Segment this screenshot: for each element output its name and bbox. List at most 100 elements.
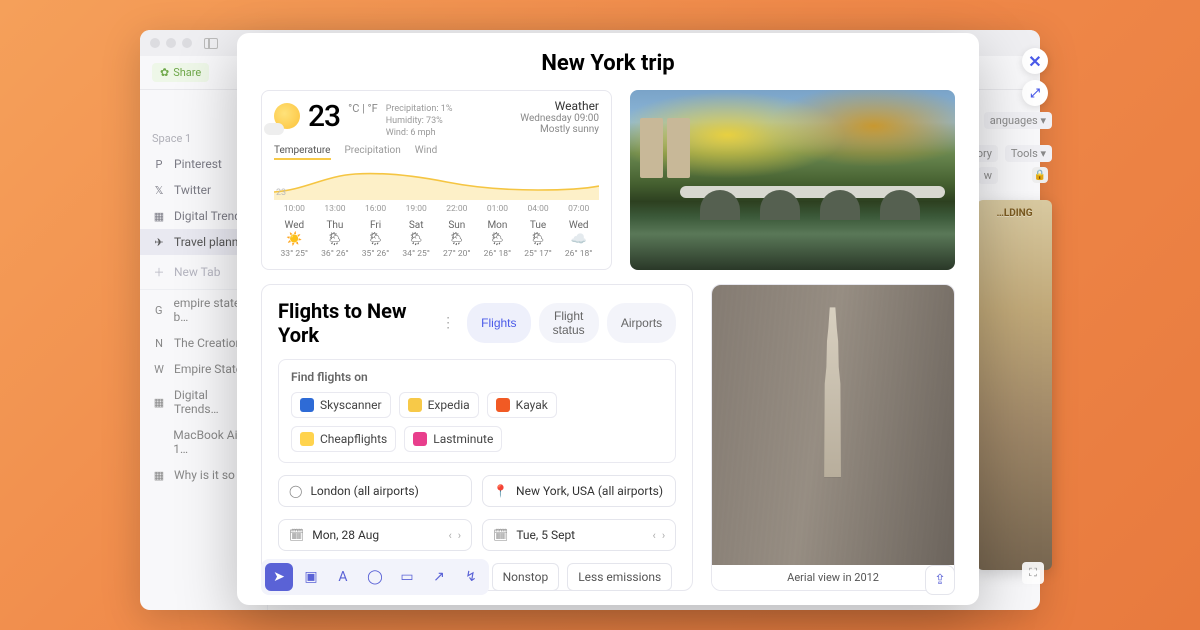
calendar-icon: 🗓 — [289, 528, 304, 542]
find-flights-box: Find flights on Skyscanner Expedia Kayak… — [278, 359, 676, 463]
depart-value: Mon, 28 Aug — [312, 528, 379, 542]
weather-icon: 🌦 — [397, 233, 436, 247]
annotation-toolbar: ➤ ▣ A ◯ ▭ ↗ ↯ — [261, 559, 489, 595]
weather-daytime: Wednesday 09:00 — [520, 113, 599, 124]
hour-label: 01:00 — [477, 204, 518, 214]
weather-units[interactable]: °C | °F — [348, 103, 378, 115]
weather-temp: 23 — [308, 99, 340, 134]
flights-title: Flights to New York — [278, 299, 429, 347]
hour-label: 16:00 — [355, 204, 396, 214]
hour-label: 19:00 — [396, 204, 437, 214]
arrow-icon: ↗ — [433, 569, 445, 585]
forecast-day[interactable]: Thu🌦36° 26° — [315, 220, 356, 259]
chip-less-emissions[interactable]: Less emissions — [567, 563, 672, 591]
hour-label: 10:00 — [274, 204, 315, 214]
forecast-day[interactable]: Wed☀️33° 25° — [274, 220, 315, 259]
share-panel-button[interactable]: ⇪ — [925, 565, 955, 595]
chart-anchor: 23 — [276, 188, 286, 198]
text-icon: A — [338, 569, 347, 585]
weather-icon: 🌦 — [438, 233, 477, 247]
twitter-icon: 𝕏 — [152, 183, 166, 197]
depart-date-field[interactable]: 🗓 Mon, 28 Aug ‹ › — [278, 519, 472, 551]
weather-icon: 🌦 — [356, 233, 395, 247]
forecast-day[interactable]: Mon🌦26° 18° — [477, 220, 518, 259]
tab-wind[interactable]: Wind — [415, 145, 437, 160]
empire-state-illustration — [819, 307, 847, 477]
tab-temperature[interactable]: Temperature — [274, 145, 331, 160]
traffic-light-max[interactable] — [182, 38, 192, 48]
chip-nonstop[interactable]: Nonstop — [492, 563, 560, 591]
plane-icon: ✈ — [152, 235, 166, 249]
meta-precip: Precipitation: 1% — [386, 103, 453, 115]
tab-precipitation[interactable]: Precipitation — [345, 145, 401, 160]
from-value: London (all airports) — [310, 484, 418, 498]
tool-connector[interactable]: ↯ — [457, 563, 485, 591]
weather-icon: 🌦 — [316, 233, 355, 247]
provider-cheapflights[interactable]: Cheapflights — [291, 426, 396, 452]
weather-meta: Precipitation: 1% Humidity: 73% Wind: 6 … — [386, 103, 453, 139]
weather-tabs: Temperature Precipitation Wind — [274, 145, 599, 160]
pin-icon: 📍 — [493, 484, 508, 498]
calendar-icon: 🗓 — [493, 528, 508, 542]
hour-label: 13:00 — [315, 204, 356, 214]
provider-skyscanner[interactable]: Skyscanner — [291, 392, 391, 418]
sidebar-toggle-icon[interactable] — [204, 38, 218, 49]
return-date-field[interactable]: 🗓 Tue, 5 Sept ‹ › — [482, 519, 676, 551]
share-button[interactable]: ✿ Share — [152, 63, 209, 82]
page-title: New York trip — [261, 51, 955, 76]
tool-ellipse[interactable]: ◯ — [361, 563, 389, 591]
close-overlay-button[interactable]: ✕ — [1022, 48, 1048, 74]
tools-dropdown[interactable]: Tools ▾ — [1005, 145, 1052, 162]
provider-expedia[interactable]: Expedia — [399, 392, 479, 418]
page-icon: N — [152, 336, 166, 350]
park-photo — [630, 90, 955, 270]
languages-dropdown[interactable]: anguages ▾ — [984, 112, 1052, 129]
circle-icon: ◯ — [289, 484, 302, 498]
return-value: Tue, 5 Sept — [516, 528, 575, 542]
meta-wind: Wind: 6 mph — [386, 127, 453, 139]
forecast-day[interactable]: Sun🌦27° 20° — [437, 220, 478, 259]
to-field[interactable]: 📍 New York, USA (all airports) — [482, 475, 676, 507]
forecast-day[interactable]: Sat🌦34° 25° — [396, 220, 437, 259]
from-field[interactable]: ◯ London (all airports) — [278, 475, 472, 507]
provider-lastminute[interactable]: Lastminute — [404, 426, 502, 452]
expand-overlay-button[interactable]: ⤢ — [1022, 80, 1048, 106]
bridge-illustration — [680, 164, 945, 220]
forecast-day[interactable]: Fri🌦35° 26° — [355, 220, 396, 259]
fullscreen-icon[interactable]: ⛶ — [1022, 562, 1044, 584]
chevron-right-icon[interactable]: › — [458, 529, 461, 542]
hour-label: 04:00 — [518, 204, 559, 214]
chevron-left-icon[interactable]: ‹ — [448, 529, 451, 542]
chevron-left-icon[interactable]: ‹ — [653, 529, 656, 542]
forecast-day[interactable]: Tue🌦25° 17° — [518, 220, 559, 259]
aerial-photo — [712, 285, 954, 565]
thumbnail-label: …LDING — [983, 208, 1046, 219]
tool-arrow[interactable]: ↗ — [425, 563, 453, 591]
tool-rect[interactable]: ▭ — [393, 563, 421, 591]
tool-text[interactable]: A — [329, 563, 357, 591]
tab-flight-status[interactable]: Flight status — [539, 303, 599, 343]
chevron-right-icon[interactable]: › — [662, 529, 665, 542]
provider-kayak[interactable]: Kayak — [487, 392, 557, 418]
more-icon[interactable]: ⋮ — [439, 315, 457, 331]
traffic-light-min[interactable] — [166, 38, 176, 48]
tab-airports[interactable]: Airports — [607, 303, 676, 343]
close-icon: ✕ — [1028, 52, 1041, 71]
leaf-icon: ✿ — [160, 66, 169, 79]
forecast-day[interactable]: Wed☁️26° 18° — [558, 220, 599, 259]
connector-icon: ↯ — [465, 569, 477, 585]
hour-label: 22:00 — [437, 204, 478, 214]
sidebar-item-label: Twitter — [174, 183, 211, 197]
tab-flights[interactable]: Flights — [467, 303, 530, 343]
tool-image[interactable]: ▣ — [297, 563, 325, 591]
flights-card: Flights to New York ⋮ Flights Flight sta… — [261, 284, 693, 591]
weather-chart: 23 — [274, 166, 599, 200]
lastminute-icon — [413, 432, 427, 446]
traffic-light-close[interactable] — [150, 38, 160, 48]
share-label: Share — [173, 66, 201, 79]
tool-cursor[interactable]: ➤ — [265, 563, 293, 591]
sidebar-new-tab-label: New Tab — [174, 265, 220, 279]
ellipse-icon: ◯ — [367, 569, 383, 585]
hour-label: 07:00 — [558, 204, 599, 214]
sidebar-item-label: Pinterest — [174, 157, 222, 171]
